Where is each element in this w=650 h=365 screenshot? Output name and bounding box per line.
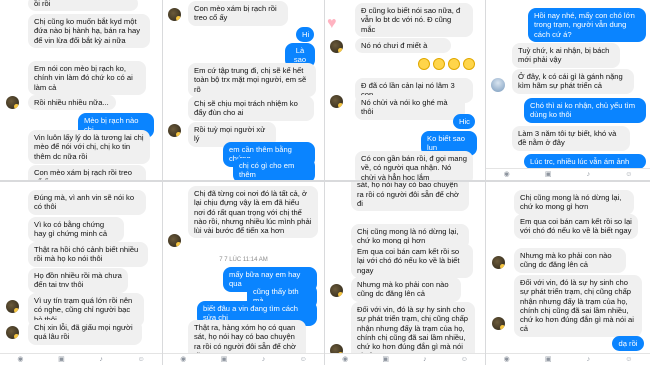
- message-received: Có con gần bán rồi, đ gọi mang về, có ng…: [355, 151, 473, 180]
- message-received: Em nói con mèo bị rạch ko, chính vin làm…: [28, 61, 146, 95]
- message-received: Đ cũng ko biết nói sao nữa, đ vẫn lo bt …: [355, 3, 473, 37]
- message-received: Làm 3 năm tôi tự biết, khó và đề nằm ở đ…: [512, 126, 630, 151]
- chat-header: [486, 0, 650, 8]
- message-sent: Hic: [453, 114, 475, 130]
- message-received: Vì ko có bằng chứng hay gì chứng minh cả: [28, 217, 124, 242]
- emoji-icon[interactable]: ☺: [625, 169, 632, 181]
- camera-icon[interactable]: ◉: [17, 354, 23, 365]
- divider: [0, 180, 650, 182]
- message-received: Thật ra hồi chó cảnh biết nhiều rồi mà h…: [28, 242, 148, 267]
- image-icon[interactable]: ▣: [221, 354, 228, 365]
- camera-icon[interactable]: ◉: [504, 354, 510, 365]
- message-received: Con mèo xám bị rạch rồi treo cổ ấy: [28, 165, 146, 180]
- contact-avatar[interactable]: [330, 95, 343, 108]
- contact-avatar[interactable]: [6, 96, 19, 109]
- contact-avatar[interactable]: [330, 284, 343, 297]
- camera-icon[interactable]: ◉: [504, 169, 510, 181]
- mic-icon[interactable]: ♪: [587, 169, 591, 181]
- emoji-icon[interactable]: ☺: [137, 354, 144, 365]
- image-icon[interactable]: ▣: [545, 169, 552, 181]
- message-received: Chị đã từng coi nơi đó là tất cả, ở lại …: [188, 186, 318, 239]
- camera-icon[interactable]: ◉: [342, 354, 348, 365]
- sad-emoji-icon: [433, 58, 445, 70]
- message-sent: dạ rồi: [612, 336, 644, 352]
- composer-toolbar: ◉ ▣ ♪ ☺: [486, 353, 650, 365]
- chat-panel-3: Đ cũng ko biết nói sao nữa, đ vẫn lo bt …: [325, 0, 485, 180]
- divider: [162, 0, 163, 365]
- message-received: Rồi nhiều nhiều nữa...: [28, 95, 116, 111]
- message-received: Con mèo xám bị rạch rồi treo cổ ấy: [188, 1, 288, 26]
- mic-icon[interactable]: ♪: [99, 354, 103, 365]
- emoji-icon[interactable]: ☺: [300, 354, 307, 365]
- chat-panel-7: Thật ra, hàng xóm họ có quan sát, họ nói…: [325, 182, 485, 365]
- image-icon[interactable]: ▣: [382, 354, 389, 365]
- heart-reaction-icon: ♥: [327, 15, 337, 32]
- message-sent: Lúc trc, nhiều lúc vẫn ám ảnh: [524, 154, 646, 170]
- mic-icon[interactable]: ♪: [587, 354, 591, 365]
- chat-panel-2: Con mèo xám bị rạch rồi treo cổ ấy Hi Là…: [163, 0, 324, 180]
- messenger-collage: ồi rồi Chị cũng ko muốn bắt kyd một đứa …: [0, 0, 650, 365]
- contact-avatar[interactable]: [6, 326, 19, 339]
- chat-panel-1: ồi rồi Chị cũng ko muốn bắt kyd một đứa …: [0, 0, 162, 180]
- message-received: Họ đồn nhiều rồi mà chưa đến tai tnv thô…: [28, 268, 128, 293]
- chat-panel-6: Chị đã từng coi nơi đó là tất cả, ở lại …: [163, 182, 324, 365]
- message-received: Nó nó chưi đ miết à: [355, 38, 451, 54]
- message-received: Em qua coi bán cam kết rồi so lại với ch…: [351, 244, 473, 278]
- message-received: Chị sẽ chịu mọi trách nhiệm ko đẩy đùn c…: [188, 96, 314, 121]
- contact-avatar[interactable]: [168, 234, 181, 247]
- chat-panel-8: Chị cũng mong là nó dừng lại, chứ ko mon…: [486, 182, 650, 365]
- contact-avatar[interactable]: [491, 78, 505, 92]
- message-received: Thật ra, hàng xóm họ có quan sát, họ nói…: [351, 182, 469, 211]
- chat-panel-4: Hồi nay nhé, mấy con chó lớn trong trạm,…: [486, 0, 650, 180]
- camera-icon[interactable]: ◉: [180, 354, 186, 365]
- divider: [485, 0, 486, 365]
- message-received: Tuỳ chứ, k ai nhận, bị bách mới phải vậy: [512, 43, 620, 68]
- message-received: Nhưng mà ko phải con nào cũng dc đăng lê…: [351, 277, 461, 302]
- mic-icon[interactable]: ♪: [262, 354, 266, 365]
- shocked-emoji-icon: [418, 58, 430, 70]
- contact-avatar[interactable]: [330, 40, 343, 53]
- message-sent: Hồi nay nhé, mấy con chó lớn trong trạm,…: [528, 8, 646, 42]
- message-received: Đúng mà, vì anh vin sẽ nói ko có thôi: [28, 190, 146, 215]
- composer-toolbar: ◉ ▣ ♪ ☺: [486, 168, 650, 180]
- message-received: ồi rồi: [28, 0, 138, 12]
- emoji-icon[interactable]: ☺: [625, 354, 632, 365]
- message-received: Đối với vin, đó là sự hy sinh cho sự phá…: [514, 275, 642, 337]
- message-sent: chị có gì cho em thêm: [233, 158, 315, 180]
- message-received: Chị cũng ko muốn bắt kyd một đứa nào bị …: [28, 14, 150, 48]
- message-received: Nhưng mà ko phải con nào cũng dc đăng lê…: [514, 248, 626, 273]
- composer-toolbar: ◉ ▣ ♪ ☺: [163, 353, 324, 365]
- message-received: Em qua coi bán cam kết rồi so lại với ch…: [514, 214, 638, 239]
- message-received: Em cứ tập trung đi, chị sẽ kể hết toàn b…: [188, 63, 316, 97]
- timestamp: 7 7 LÚC 11:14 AM: [219, 257, 268, 263]
- image-icon[interactable]: ▣: [58, 354, 65, 365]
- sad-emoji-icon: [463, 58, 475, 70]
- message-sent: Hi: [296, 27, 314, 43]
- contact-avatar[interactable]: [168, 8, 181, 21]
- sad-emoji-icon: [448, 58, 460, 70]
- message-received: Ở đây, k có cái gì là gánh nặng kìm hãm …: [512, 69, 634, 94]
- message-received: Chị xin lỗi, đã giấu mọi người quá lâu r…: [28, 320, 142, 345]
- message-sent: Chó thì ai ko nhận, chủ yếu tìm dùng ko …: [524, 98, 646, 123]
- composer-toolbar: ◉ ▣ ♪ ☺: [325, 353, 485, 365]
- divider: [324, 0, 325, 365]
- contact-avatar[interactable]: [6, 300, 19, 313]
- image-icon[interactable]: ▣: [545, 354, 552, 365]
- message-received: Nó chửi và nói ko ghé mà thôi: [355, 95, 465, 120]
- mic-icon[interactable]: ♪: [423, 354, 427, 365]
- contact-avatar[interactable]: [168, 124, 181, 137]
- composer-toolbar: ◉ ▣ ♪ ☺: [0, 353, 162, 365]
- emoji-icon[interactable]: ☺: [461, 354, 468, 365]
- contact-avatar[interactable]: [492, 317, 505, 330]
- message-received: Chị cũng mong là nó dừng lại, chứ ko mon…: [514, 190, 634, 215]
- chat-panel-5: Đúng mà, vì anh vin sẽ nói ko có thôi Vì…: [0, 182, 162, 365]
- message-received: Vin luôn lấy lý do là tương lai chị mèo …: [28, 130, 150, 164]
- contact-avatar[interactable]: [492, 256, 505, 269]
